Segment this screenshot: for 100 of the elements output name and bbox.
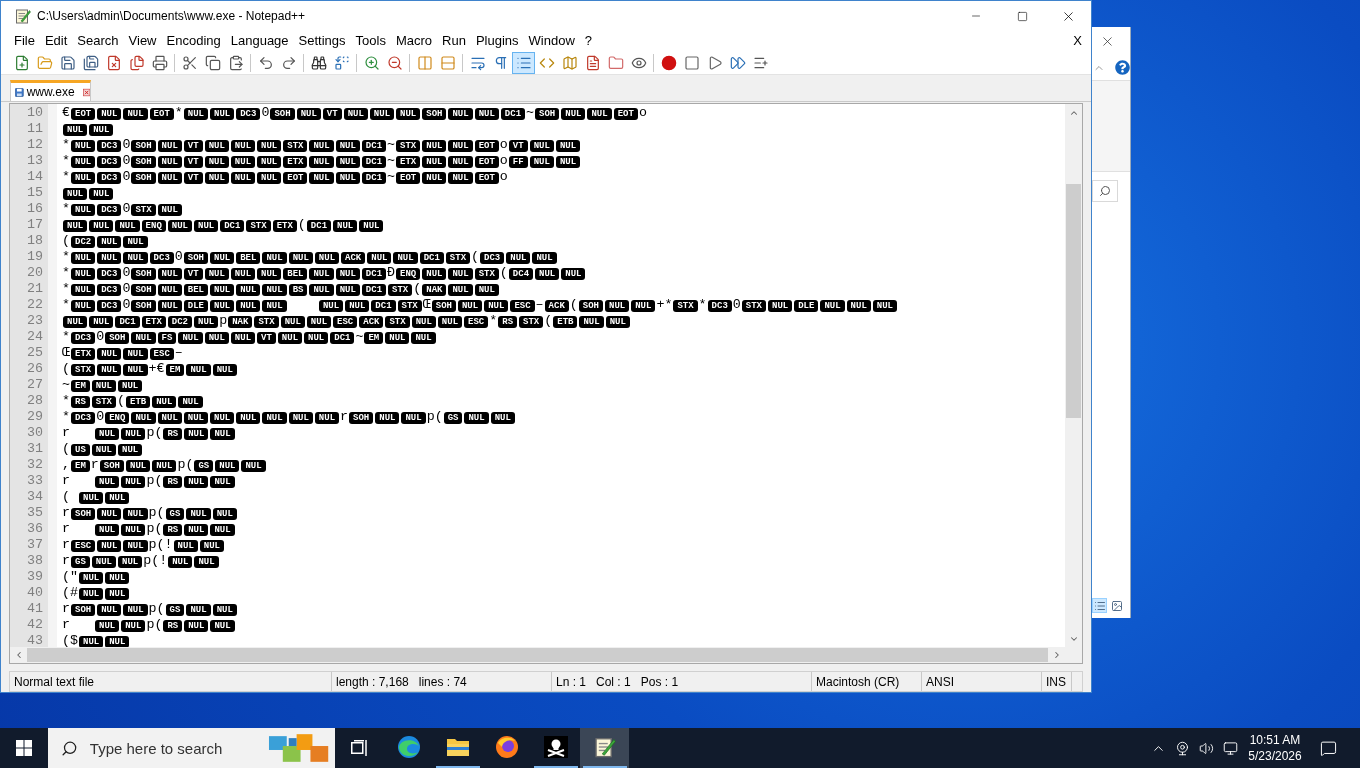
redo-icon: [280, 54, 297, 71]
webcam-icon[interactable]: [1174, 740, 1190, 756]
control-character: RS: [163, 620, 183, 632]
control-character: NUL: [535, 268, 560, 280]
vertical-scrollbar[interactable]: [1065, 104, 1082, 647]
control-character: NUL: [448, 284, 473, 296]
control-character: NUL: [393, 252, 418, 264]
status-text: INS: [1046, 673, 1066, 691]
horizontal-scrollbar[interactable]: [10, 647, 1065, 663]
control-character: SOH: [270, 108, 295, 120]
editor-text: *: [62, 137, 70, 152]
menu-item[interactable]: View: [123, 31, 162, 51]
control-character: EOT: [474, 156, 499, 168]
control-character: NUL: [91, 556, 116, 568]
control-character: DC3: [97, 140, 122, 152]
control-character: DC1: [361, 284, 387, 296]
scroll-thumb[interactable]: [1066, 184, 1081, 418]
line-number: 18: [27, 233, 43, 248]
search-button[interactable]: [1092, 180, 1118, 202]
control-character: NUL: [79, 636, 104, 648]
control-character: NUL: [579, 316, 604, 328]
menu-item[interactable]: Plugins: [470, 31, 524, 51]
control-character: DC3: [97, 172, 122, 184]
line-number: 27: [27, 377, 43, 392]
line-number: 13: [27, 153, 43, 168]
menu-item[interactable]: Settings: [293, 31, 351, 51]
view-button[interactable]: [1092, 598, 1107, 613]
editor-text: p(: [148, 601, 165, 616]
editor-text: –: [174, 345, 183, 360]
editor-text: *: [62, 409, 70, 424]
control-character: NUL: [236, 300, 261, 312]
search-input[interactable]: Type here to search: [89, 736, 255, 760]
control-character: VT: [183, 156, 203, 168]
control-character: NUL: [422, 156, 447, 168]
control-character: NUL: [314, 252, 340, 264]
editor-text: (: [544, 313, 553, 328]
control-character: NUL: [89, 220, 114, 232]
view-button[interactable]: [1109, 598, 1124, 613]
control-character: NUL: [401, 412, 426, 424]
editor-text: p(: [146, 521, 163, 536]
clock-time[interactable]: 10:51 AM: [1249, 732, 1301, 748]
menu-item[interactable]: Encoding: [161, 31, 226, 51]
control-character: STX: [397, 300, 422, 312]
control-character: ESC: [333, 316, 358, 328]
control-character: VT: [257, 332, 276, 344]
editor-text: (: [62, 441, 70, 456]
control-character: NUL: [63, 124, 88, 136]
taskbar-app-button[interactable]: [580, 728, 629, 768]
menu-item[interactable]: File: [9, 31, 40, 51]
menu-item[interactable]: Language: [225, 31, 294, 51]
file-tab[interactable]: www.exe: [10, 80, 91, 101]
editor-text: Œ: [62, 345, 70, 360]
monitor-icon[interactable]: [1222, 740, 1238, 756]
columns-icon: [416, 54, 433, 71]
control-character: NUL: [529, 140, 554, 152]
control-character: NUL: [123, 508, 148, 520]
editor-text: *: [174, 105, 183, 120]
control-character: NUL: [95, 428, 120, 440]
control-character: NUL: [204, 172, 229, 184]
help-icon[interactable]: [1115, 60, 1130, 75]
control-character: VT: [508, 140, 528, 152]
menu-item[interactable]: Window: [523, 31, 580, 51]
line-number: 35: [27, 505, 43, 520]
control-character: EOT: [474, 172, 499, 184]
control-character: NUL: [63, 316, 88, 328]
control-character: DC3: [71, 412, 96, 424]
close-icon[interactable]: [82, 86, 90, 98]
menu-item[interactable]: Tools: [350, 31, 391, 51]
menu-item[interactable]: Search: [72, 31, 124, 51]
control-character: NUL: [230, 332, 256, 344]
line-number: 28: [27, 393, 43, 408]
scroll-thumb[interactable]: [27, 648, 1048, 662]
control-character: NUL: [529, 156, 554, 168]
control-character: NUL: [210, 412, 235, 424]
control-character: DC1: [330, 332, 355, 344]
control-character: ETX: [141, 316, 166, 328]
menu-item[interactable]: Run: [437, 31, 471, 51]
text-editor[interactable]: [9, 103, 1083, 664]
control-character: NUL: [448, 108, 473, 120]
menu-item[interactable]: Edit: [39, 31, 73, 51]
editor-text: Ð: [387, 265, 396, 280]
control-character: NUL: [157, 268, 182, 280]
menu-item[interactable]: ?: [579, 31, 598, 51]
editor-text: p(: [177, 457, 194, 472]
line-number: 25: [27, 345, 43, 360]
document-close-button[interactable]: X: [1070, 31, 1085, 51]
control-character: NUL: [210, 300, 235, 312]
notification-icon[interactable]: [1319, 739, 1337, 757]
control-character: NUL: [605, 316, 630, 328]
search-field[interactable]: Type here to search: [48, 728, 335, 768]
control-character: FS: [157, 332, 177, 344]
editor-text: r: [62, 521, 70, 536]
clock-date[interactable]: 5/23/2026: [1248, 748, 1302, 764]
control-character: NUL: [184, 524, 209, 536]
menu-item[interactable]: Macro: [390, 31, 438, 51]
control-character: NUL: [437, 316, 463, 328]
control-character: NUL: [97, 364, 122, 376]
speaker-icon[interactable]: [1198, 740, 1214, 756]
editor-text: 0: [122, 265, 131, 280]
editor-text: (: [117, 393, 125, 408]
